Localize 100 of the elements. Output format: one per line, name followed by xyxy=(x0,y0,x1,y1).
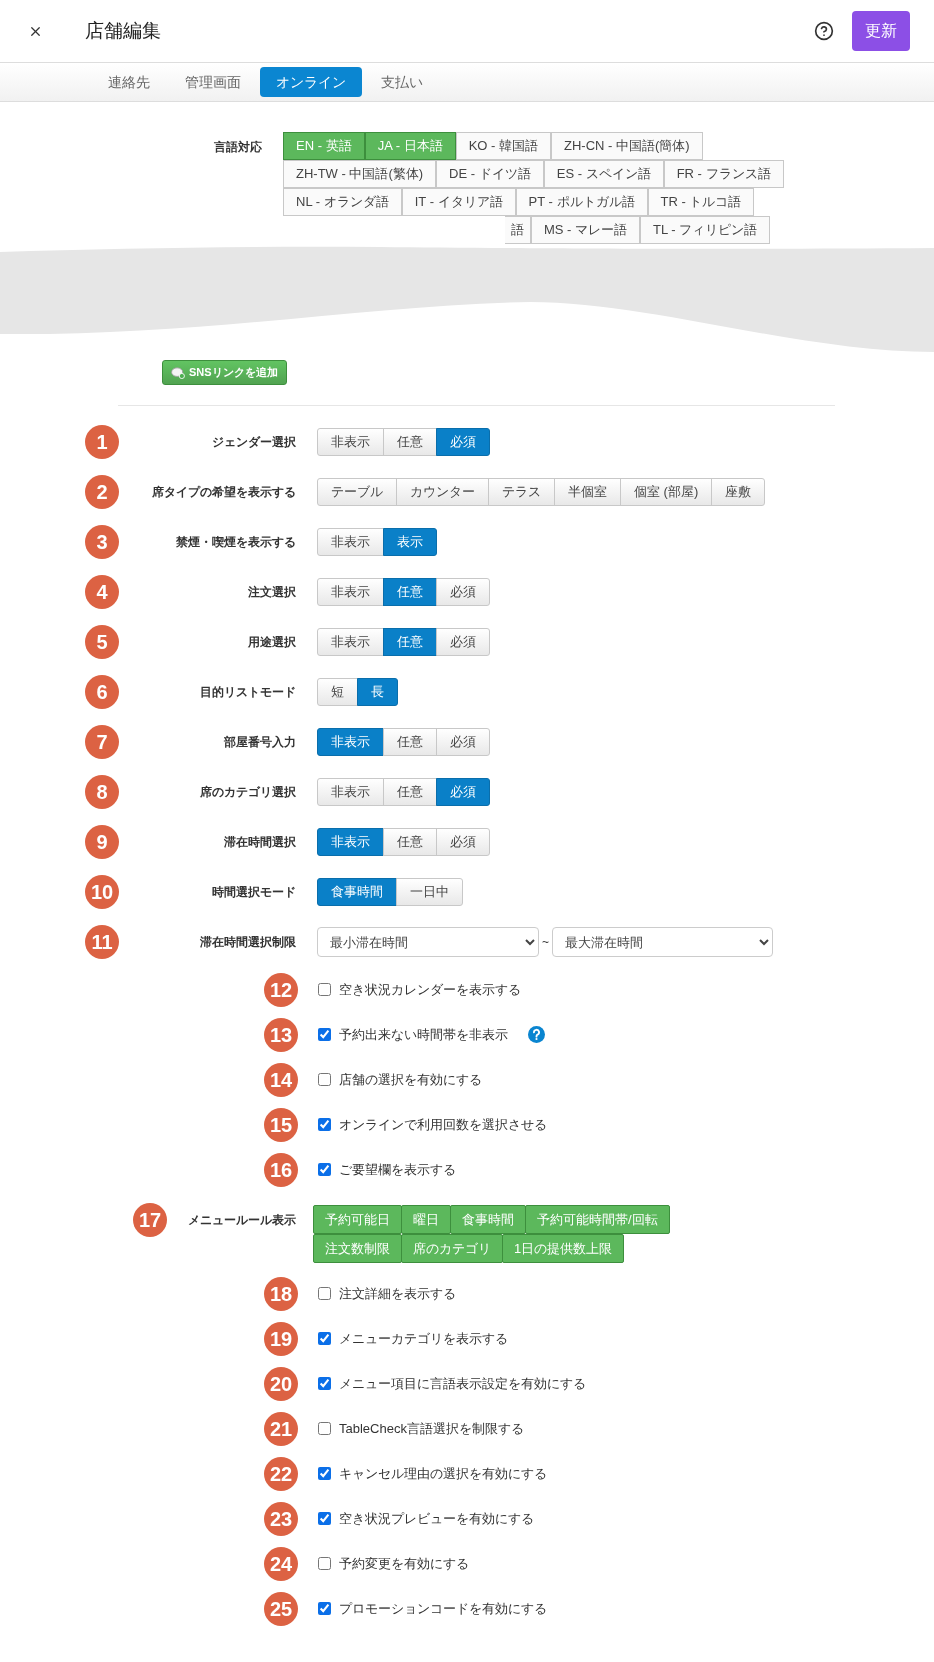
language-tag[interactable]: MS - マレー語 xyxy=(531,216,641,244)
checkbox-label: 空き状況カレンダーを表示する xyxy=(339,980,521,999)
checkbox[interactable] xyxy=(318,1422,331,1435)
rule-tag: 予約可能時間帯/回転 xyxy=(525,1205,670,1234)
number-badge: 8 xyxy=(85,775,119,809)
setting-label: メニュールール表示 xyxy=(188,1212,296,1229)
checkbox[interactable] xyxy=(318,1163,331,1176)
checkbox-label: TableCheck言語選択を制限する xyxy=(339,1419,524,1438)
option-button[interactable]: 必須 xyxy=(436,428,490,456)
language-tag[interactable]: FR - フランス語 xyxy=(663,160,784,188)
option-button[interactable]: 一日中 xyxy=(396,878,463,906)
page-title: 店舗編集 xyxy=(85,18,161,43)
option-button[interactable]: 座敷 xyxy=(711,478,766,506)
tab[interactable]: 連絡先 xyxy=(92,67,166,97)
language-tag[interactable]: PT - ポルトガル語 xyxy=(515,188,648,216)
setting-label: 席タイプの希望を表示する xyxy=(152,484,296,501)
rule-tag: 席のカテゴリ xyxy=(401,1234,503,1263)
option-button[interactable]: 任意 xyxy=(383,578,437,606)
option-button[interactable]: テラス xyxy=(488,478,555,506)
tab[interactable]: オンライン xyxy=(260,67,362,97)
number-badge: 21 xyxy=(264,1411,298,1446)
option-button[interactable]: 任意 xyxy=(383,628,437,656)
number-badge: 10 xyxy=(85,875,119,909)
option-button[interactable]: 表示 xyxy=(383,528,437,556)
language-tag[interactable]: NL - オランダ語 xyxy=(283,188,402,216)
option-button[interactable]: 任意 xyxy=(383,428,437,456)
checkbox-label: プロモーションコードを有効にする xyxy=(339,1599,547,1618)
option-button[interactable]: 必須 xyxy=(436,778,490,806)
language-tag[interactable]: TL - フィリピン語 xyxy=(640,216,771,244)
field-label: 言語対応 xyxy=(213,139,262,156)
setting-label: 滞在時間選択制限 xyxy=(200,934,296,951)
setting-label: 部屋番号入力 xyxy=(224,734,296,751)
number-badge: 3 xyxy=(85,525,119,559)
checkbox[interactable] xyxy=(318,1028,331,1041)
number-badge: 16 xyxy=(264,1152,298,1187)
tab[interactable]: 支払い xyxy=(365,67,439,97)
update-button[interactable]: 更新 xyxy=(852,11,910,51)
option-button[interactable]: 必須 xyxy=(436,728,490,756)
number-badge: 24 xyxy=(264,1546,298,1581)
option-button[interactable]: 必須 xyxy=(436,628,490,656)
number-badge: 4 xyxy=(85,575,119,609)
speech-bubble-icon xyxy=(171,366,185,379)
language-tag[interactable]: 語 xyxy=(505,216,531,244)
setting-label: 時間選択モード xyxy=(212,884,296,901)
option-button[interactable]: 短 xyxy=(317,678,358,706)
option-button[interactable]: 非表示 xyxy=(317,578,384,606)
option-button[interactable]: 非表示 xyxy=(317,528,384,556)
select-field[interactable]: 最小滞在時間 xyxy=(317,927,539,957)
option-button[interactable]: 非表示 xyxy=(317,728,384,756)
language-tag[interactable]: KO - 韓国語 xyxy=(455,132,551,160)
checkbox[interactable] xyxy=(318,1332,331,1345)
language-tag[interactable]: TR - トルコ語 xyxy=(647,188,755,216)
checkbox[interactable] xyxy=(318,1118,331,1131)
select-field[interactable]: 最大滞在時間 xyxy=(552,927,773,957)
checkbox[interactable] xyxy=(318,1602,331,1615)
option-button[interactable]: 任意 xyxy=(383,728,437,756)
option-button[interactable]: 食事時間 xyxy=(317,878,397,906)
checkbox[interactable] xyxy=(318,983,331,996)
option-button[interactable]: 任意 xyxy=(383,828,437,856)
option-button[interactable]: 非表示 xyxy=(317,778,384,806)
option-button[interactable]: 任意 xyxy=(383,778,437,806)
number-badge: 13 xyxy=(264,1017,298,1052)
checkbox[interactable] xyxy=(318,1557,331,1570)
language-tag[interactable]: ZH-CN - 中国語(簡体) xyxy=(551,132,703,160)
number-badge: 22 xyxy=(264,1456,298,1491)
number-badge: 20 xyxy=(264,1366,298,1401)
rule-tag: 食事時間 xyxy=(450,1205,526,1234)
option-button[interactable]: 非表示 xyxy=(317,628,384,656)
language-tag[interactable]: IT - イタリア語 xyxy=(401,188,516,216)
option-button[interactable]: 個室 (部屋) xyxy=(620,478,713,506)
number-badge: 19 xyxy=(264,1321,298,1356)
number-badge: 23 xyxy=(264,1501,298,1536)
setting-label: 目的リストモード xyxy=(200,684,296,701)
language-tag[interactable]: ES - スペイン語 xyxy=(543,160,664,188)
option-button[interactable]: 長 xyxy=(357,678,398,706)
option-button[interactable]: 非表示 xyxy=(317,828,384,856)
checkbox-label: 予約出来ない時間帯を非表示 xyxy=(339,1025,508,1044)
language-tag[interactable]: ZH-TW - 中国語(繁体) xyxy=(283,160,437,188)
number-badge: 18 xyxy=(264,1276,298,1311)
checkbox-label: キャンセル理由の選択を有効にする xyxy=(339,1464,547,1483)
checkbox[interactable] xyxy=(318,1512,331,1525)
number-badge: 6 xyxy=(85,675,119,709)
checkbox[interactable] xyxy=(318,1467,331,1480)
option-button[interactable]: 非表示 xyxy=(317,428,384,456)
range-separator: ~ xyxy=(541,934,550,951)
tab[interactable]: 管理画面 xyxy=(169,67,257,97)
help-icon[interactable] xyxy=(814,21,834,41)
option-button[interactable]: 必須 xyxy=(436,828,490,856)
checkbox[interactable] xyxy=(318,1377,331,1390)
checkbox-label: ご要望欄を表示する xyxy=(339,1160,456,1179)
language-tag[interactable]: DE - ドイツ語 xyxy=(436,160,544,188)
option-button[interactable]: テーブル xyxy=(317,478,397,506)
checkbox-label: 店舗の選択を有効にする xyxy=(339,1070,482,1089)
checkbox[interactable] xyxy=(318,1073,331,1086)
number-badge: 17 xyxy=(133,1203,167,1237)
checkbox-label: 予約変更を有効にする xyxy=(339,1554,469,1573)
checkbox[interactable] xyxy=(318,1287,331,1300)
option-button[interactable]: 必須 xyxy=(436,578,490,606)
option-button[interactable]: 半個室 xyxy=(554,478,621,506)
option-button[interactable]: カウンター xyxy=(396,478,489,506)
